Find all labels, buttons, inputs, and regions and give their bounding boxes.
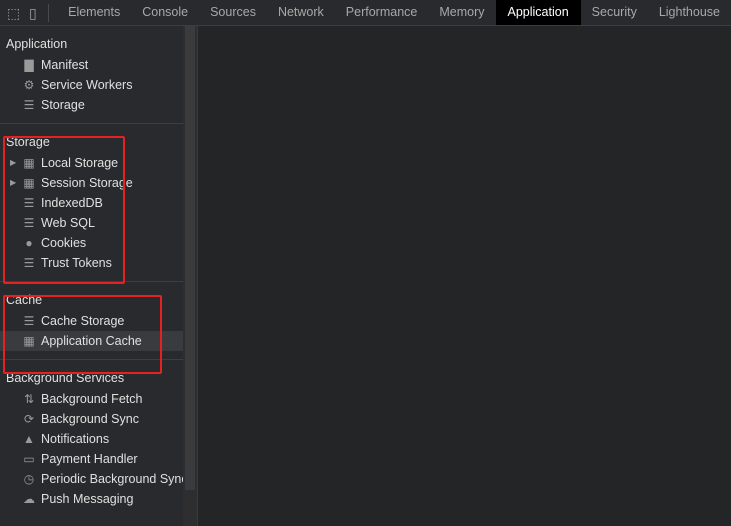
tab-application[interactable]: Application [495,0,581,25]
section-application: Application ▇ Manifest ⚙ Service Workers ☰… [0,26,183,124]
tab-memory[interactable]: Memory [428,0,495,25]
sidebar-item-manifest[interactable]: ▇ Manifest [0,55,183,75]
tab-lighthouse[interactable]: Lighthouse [648,0,731,25]
gear-icon: ⚙ [23,78,35,92]
sync-icon: ⟳ [23,412,35,426]
sidebar-item-label: Manifest [41,58,89,72]
sidebar-item-notifications[interactable]: ▲ Notifications [0,429,183,449]
device-toolbar-icon[interactable]: ▯ [27,4,38,22]
sidebar-item-label: Periodic Background Sync [41,472,183,486]
up-down-arrows-icon: ⇅ [23,392,35,406]
card-icon: ▭ [23,452,35,466]
section-title: Application [6,37,68,51]
sidebar-item-background-sync[interactable]: ⟳ Background Sync [0,409,183,429]
clock-icon: ◷ [23,472,35,486]
devtools-toolbar: ⬚ ▯ Elements Console Sources Network Per… [0,0,731,26]
sidebar-item-payment-handler[interactable]: ▭ Payment Handler [0,449,183,469]
tab-sources[interactable]: Sources [199,0,267,25]
tab-security[interactable]: Security [581,0,648,25]
section-background-services: Background Services ⇅ Background Fetch ⟳ B… [0,360,183,517]
main-panel [198,26,731,526]
divider [48,3,50,22]
database-icon: ☰ [23,98,35,112]
sidebar-item-label: Service Workers [41,78,133,92]
sidebar-item-service-workers[interactable]: ⚙ Service Workers [0,75,183,95]
sidebar-item-label: Notifications [41,432,110,446]
scrollbar-thumb[interactable] [185,26,195,490]
sidebar-item-storage[interactable]: ☰ Storage [0,95,183,115]
file-icon: ▇ [24,58,34,72]
highlight-box-storage [3,136,125,284]
sidebar-item-background-fetch[interactable]: ⇅ Background Fetch [0,389,183,409]
sidebar-item-label: Background Fetch [41,392,143,406]
tab-network[interactable]: Network [267,0,335,25]
cloud-icon: ☁ [23,492,35,506]
sidebar-item-label: Background Sync [41,412,139,426]
inspect-element-icon[interactable]: ⬚ [7,4,20,22]
sidebar-item-label: Payment Handler [41,452,138,466]
sidebar-scrollbar[interactable] [183,26,198,526]
highlight-box-cache [3,295,162,374]
tab-console[interactable]: Console [131,0,199,25]
sidebar-item-periodic-background-sync[interactable]: ◷ Periodic Background Sync [0,469,183,489]
sidebar-item-push-messaging[interactable]: ☁ Push Messaging [0,489,183,509]
sidebar-item-label: Push Messaging [41,492,134,506]
bell-icon: ▲ [23,432,35,446]
tab-performance[interactable]: Performance [335,0,429,25]
sidebar-item-label: Storage [41,98,85,112]
tab-elements[interactable]: Elements [57,0,131,25]
